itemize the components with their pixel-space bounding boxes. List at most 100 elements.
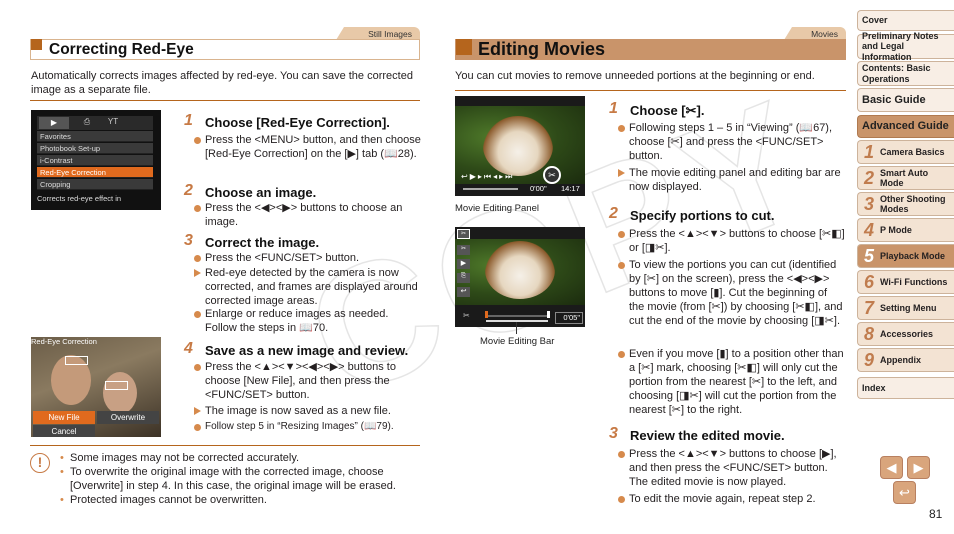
- step-title: Choose [Red-Eye Correction].: [205, 115, 390, 130]
- step-bullet: Press the <FUNC/SET> button.: [193, 251, 421, 265]
- total-time: 14:17: [561, 184, 580, 193]
- menu-item-selected: Red-Eye Correction: [37, 167, 153, 178]
- face-2: [103, 372, 137, 414]
- step-title: Review the edited movie.: [630, 428, 785, 443]
- step-number: 2: [609, 205, 618, 222]
- step-title: Save as a new image and review.: [205, 343, 409, 358]
- step-bullet: To edit the movie again, repeat step 2.: [617, 492, 845, 506]
- divider: [30, 100, 420, 101]
- intro-text: You can cut movies to remove unneeded po…: [455, 70, 815, 82]
- sidebar-chapter-1[interactable]: 1 Camera Basics: [857, 140, 954, 164]
- step-title: Specify portions to cut.: [630, 208, 775, 223]
- play-icon: ▶: [457, 259, 470, 269]
- step-result: Red-eye detected by the camera is now co…: [193, 266, 421, 308]
- step-bullet: Press the <MENU> button, and then choose…: [193, 133, 421, 161]
- sidebar-chapter-6[interactable]: 6 Wi-Fi Functions: [857, 270, 954, 294]
- end-marker: [547, 311, 550, 318]
- sidebar-chapter-8[interactable]: 8 Accessories: [857, 322, 954, 346]
- save-icon: ⎘: [457, 273, 470, 283]
- section-title-bar: Editing Movies: [455, 39, 846, 60]
- divider: [455, 90, 846, 91]
- sidebar-chapter-3[interactable]: 3 Other Shooting Modes: [857, 192, 954, 216]
- prev-page-button[interactable]: ◀: [880, 456, 903, 479]
- note-item: • Protected images cannot be overwritten.: [60, 494, 267, 506]
- sidebar-preliminary-notes[interactable]: Preliminary Notes and Legal Information: [857, 31, 954, 62]
- step-title: Correct the image.: [205, 235, 320, 250]
- step-result: The movie editing panel and editing bar …: [617, 166, 845, 194]
- step-title: Choose an image.: [205, 185, 317, 200]
- step-bullet: Press the <▲><▼> buttons to choose [▶], …: [617, 447, 845, 489]
- step-bullet: Press the <◀><▶> buttons to choose an im…: [193, 201, 421, 229]
- bar-caption: Movie Editing Bar: [480, 336, 555, 347]
- correction-frame: [105, 381, 128, 390]
- cancel-button: Cancel: [33, 425, 95, 437]
- page-number: 81: [929, 507, 943, 521]
- sidebar-contents[interactable]: Contents: Basic Operations: [857, 61, 954, 86]
- step-number: 3: [609, 425, 618, 442]
- caption-leader: [516, 322, 517, 334]
- editing-bar: [486, 315, 548, 317]
- redeye-screenshot: Red-Eye Correction New File Overwrite Ca…: [31, 337, 161, 437]
- edit-time: 0'05": [555, 312, 583, 324]
- caution-icon: !: [30, 453, 50, 473]
- back-button[interactable]: ↩: [893, 481, 916, 504]
- menu-footer: Corrects red-eye effect in: [37, 194, 122, 203]
- step-number: 1: [609, 100, 618, 117]
- section-marker-icon: [456, 39, 472, 55]
- sidebar-basic-guide[interactable]: Basic Guide: [857, 88, 954, 112]
- redeye-title: Red-Eye Correction: [31, 337, 97, 346]
- dog-image: [483, 116, 553, 176]
- section-title: Correcting Red-Eye: [49, 41, 194, 58]
- sidebar-cover[interactable]: Cover: [857, 10, 954, 31]
- step-number: 3: [184, 232, 193, 249]
- sidebar-chapter-4[interactable]: 4P Mode: [857, 218, 954, 242]
- menu-item: Favorites: [37, 131, 153, 142]
- notes-list: • Some images may not be corrected accura…: [60, 451, 430, 507]
- section-title-bar: Correcting Red-Eye: [30, 39, 420, 60]
- menu-tabs: ▶ ⎙ YT: [37, 116, 153, 130]
- new-file-button: New File: [33, 411, 95, 424]
- next-page-button[interactable]: ▶: [907, 456, 930, 479]
- panel-caption: Movie Editing Panel: [455, 203, 539, 214]
- chapter-number: 6: [863, 271, 874, 292]
- step-bullet: Follow step 5 in “Resizing Images” (📖79)…: [193, 420, 421, 434]
- sidebar-chapter-7[interactable]: 7 Setting Menu: [857, 296, 954, 320]
- step-bullet: Even if you move [▮] to a position other…: [617, 347, 845, 417]
- chapter-number: 7: [863, 297, 874, 318]
- chapter-number: 1: [863, 141, 874, 162]
- step-bullet: To view the portions you can cut (identi…: [617, 258, 845, 328]
- sidebar-chapter-9[interactable]: 9 Appendix: [857, 348, 954, 372]
- chapter-number: 3: [863, 193, 874, 214]
- step-number: 4: [184, 340, 193, 357]
- sidebar-advanced-guide[interactable]: Advanced Guide: [857, 115, 954, 138]
- menu-item: i-Contrast: [37, 155, 153, 166]
- cut-end-icon: ✂: [457, 245, 470, 255]
- step-bullet: Press the <▲><▼> buttons to choose [✂◧] …: [617, 227, 845, 255]
- movie-screenshot: ↩▶▸⏮◂▸⏭ ✂ 0'00" 14:17: [455, 96, 585, 196]
- dog-image: [485, 241, 555, 299]
- sidebar-index[interactable]: Index: [857, 377, 954, 399]
- step-result: The image is now saved as a new file.: [193, 404, 421, 418]
- step-bullet: Following steps 1 – 5 in “Viewing” (📖67)…: [617, 121, 845, 163]
- note-item: • To overwrite the original image with th…: [60, 466, 396, 492]
- start-marker: [485, 311, 488, 318]
- note-item: • Some images may not be corrected accura…: [60, 452, 300, 464]
- playback-controls: ↩▶▸⏮◂▸⏭: [461, 172, 515, 181]
- playback-tab-icon: ▶: [39, 117, 69, 129]
- cut-beginning-icon: ✂: [457, 229, 470, 239]
- sidebar-chapter-5[interactable]: 5 Playback Mode: [857, 244, 954, 268]
- print-tab-icon: ⎙: [83, 117, 91, 126]
- chapter-number: 2: [863, 167, 874, 188]
- cut-mark-icon: ✂: [463, 311, 470, 320]
- step-bullet: Press the <▲><▼><◀><▶> buttons to choose…: [193, 360, 421, 402]
- step-number: 1: [184, 112, 193, 129]
- step-number: 2: [184, 182, 193, 199]
- editing-bar-track: [486, 320, 548, 322]
- step-title: Choose [✂].: [630, 103, 705, 118]
- scissors-icon: ✂: [543, 166, 561, 184]
- chapter-number: 9: [863, 349, 874, 370]
- correction-frame: [65, 356, 88, 365]
- sidebar-chapter-2[interactable]: 2 Smart Auto Mode: [857, 166, 954, 190]
- divider: [30, 445, 420, 446]
- chapter-number: 4: [863, 219, 874, 240]
